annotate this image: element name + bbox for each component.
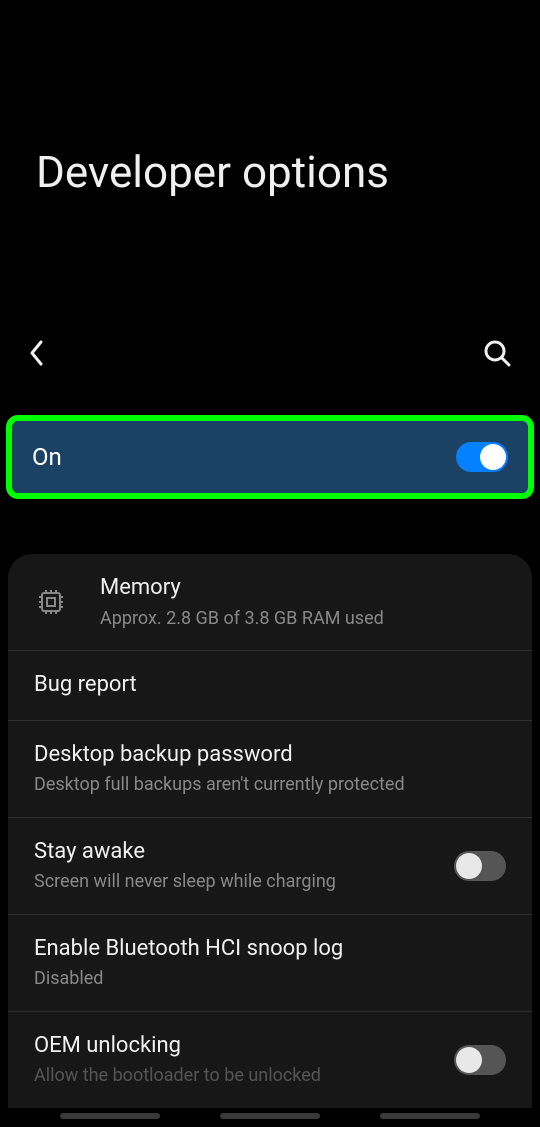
setting-memory[interactable]: Memory Approx. 2.8 GB of 3.8 GB RAM used (8, 554, 532, 651)
nav-recent[interactable] (60, 1113, 160, 1119)
page-title: Developer options (0, 145, 540, 200)
toolbar (0, 335, 540, 375)
back-icon[interactable] (28, 338, 46, 372)
setting-title: Bug report (34, 671, 506, 700)
toggle-switch-on[interactable] (456, 442, 508, 472)
setting-title: OEM unlocking (34, 1032, 442, 1061)
setting-title: Enable Bluetooth HCI snoop log (34, 935, 506, 964)
setting-oem-unlocking[interactable]: OEM unlocking Allow the bootloader to be… (8, 1012, 532, 1108)
nav-back[interactable] (380, 1113, 480, 1119)
setting-title: Desktop backup password (34, 741, 506, 770)
setting-subtitle: Allow the bootloader to be unlocked (34, 1064, 442, 1087)
setting-bug-report[interactable]: Bug report (8, 651, 532, 721)
developer-options-master-toggle[interactable]: On (6, 415, 534, 499)
settings-list: Memory Approx. 2.8 GB of 3.8 GB RAM used… (8, 554, 532, 1108)
master-toggle-label: On (32, 443, 62, 471)
setting-subtitle: Approx. 2.8 GB of 3.8 GB RAM used (100, 607, 506, 630)
setting-desktop-backup-password[interactable]: Desktop backup password Desktop full bac… (8, 721, 532, 818)
setting-subtitle: Screen will never sleep while charging (34, 870, 442, 893)
navigation-bar (0, 1113, 540, 1119)
setting-stay-awake[interactable]: Stay awake Screen will never sleep while… (8, 818, 532, 915)
setting-bluetooth-hci-snoop[interactable]: Enable Bluetooth HCI snoop log Disabled (8, 915, 532, 1012)
toggle-switch-off[interactable] (454, 1045, 506, 1075)
search-icon[interactable] (482, 338, 512, 372)
setting-title: Stay awake (34, 838, 442, 867)
setting-subtitle: Disabled (34, 967, 506, 990)
nav-home[interactable] (220, 1113, 320, 1119)
setting-title: Memory (100, 574, 506, 603)
setting-subtitle: Desktop full backups aren't currently pr… (34, 773, 506, 796)
toggle-switch-off[interactable] (454, 851, 506, 881)
memory-chip-icon (34, 585, 68, 619)
